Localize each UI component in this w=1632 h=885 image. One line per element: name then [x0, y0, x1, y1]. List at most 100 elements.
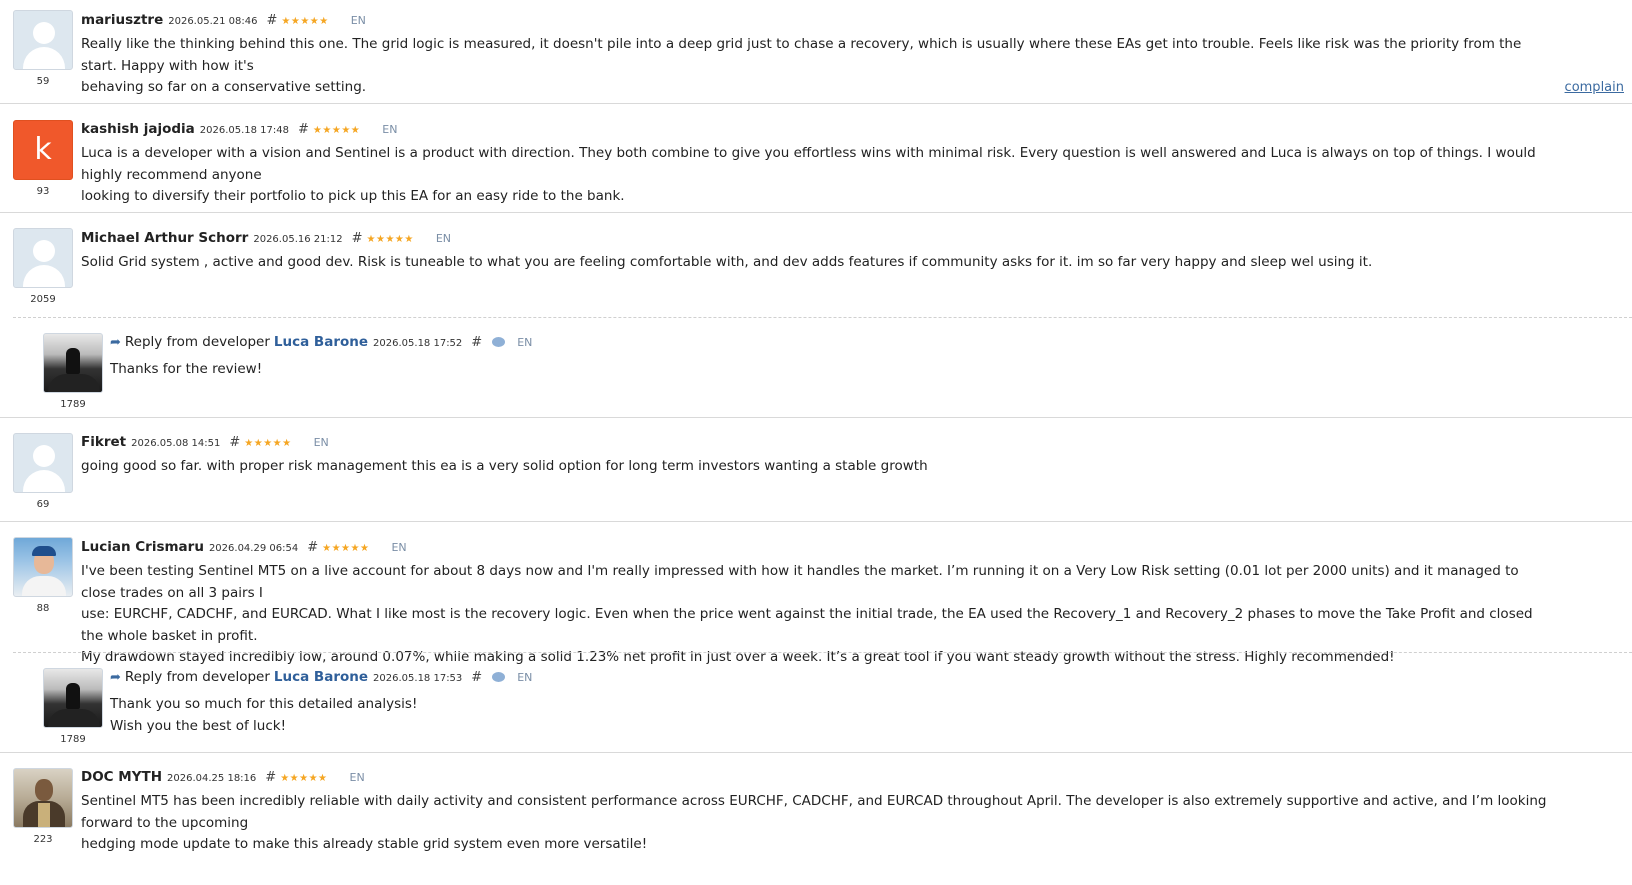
reply-date: 2026.05.18 17:53 [373, 673, 463, 684]
reply-text: Thank you so much for this detailed anal… [110, 694, 1510, 737]
review-divider [0, 521, 1632, 522]
user-rating-count: 59 [36, 76, 50, 87]
reply-arrow-icon: ➦ [110, 335, 121, 350]
review-header: Michael Arthur Schorr 2026.05.16 21:12 #… [81, 230, 451, 246]
review-line: Luca is a developer with a vision and Se… [81, 145, 1536, 183]
permalink-hash[interactable]: # [307, 540, 318, 555]
review-avatar-box: k 93 [13, 120, 73, 197]
review-date: 2026.04.25 18:16 [167, 773, 257, 784]
review-author[interactable]: kashish jajodia [81, 121, 195, 137]
star-rating-icon: ★★★★★ [312, 125, 361, 136]
reply-line: Thanks for the review! [110, 361, 263, 377]
developer-photo-avatar[interactable] [43, 668, 103, 728]
user-photo-avatar[interactable] [13, 768, 73, 828]
review-avatar-box: 2059 [13, 228, 73, 305]
user-placeholder-icon[interactable] [13, 10, 73, 70]
permalink-hash[interactable]: # [267, 13, 278, 28]
permalink-hash[interactable]: # [471, 335, 482, 350]
developer-name-link[interactable]: Luca Barone [274, 669, 368, 685]
review-header: DOC MYTH 2026.04.25 18:16 # ★★★★★ EN [81, 769, 365, 785]
review-line: Sentinel MT5 has been incredibly reliabl… [81, 793, 1547, 831]
review-date: 2026.04.29 06:54 [208, 543, 299, 554]
language-label[interactable]: EN [382, 123, 397, 136]
complain-link[interactable]: complain [1565, 80, 1624, 95]
review-line: looking to diversify their portfolio to … [81, 188, 625, 204]
reply-prefix: Reply from developer [124, 669, 270, 685]
language-label[interactable]: EN [351, 14, 366, 27]
star-rating-icon: ★★★★★ [366, 234, 414, 245]
user-photo-avatar[interactable] [13, 537, 73, 597]
review-author[interactable]: DOC MYTH [81, 769, 162, 785]
reply-header: ➦ Reply from developer Luca Barone 2026.… [110, 334, 532, 350]
review-line: hedging mode update to make this already… [81, 836, 648, 852]
review-text: Really like the thinking behind this one… [81, 34, 1551, 99]
review-line: use: EURCHF, CADCHF, and EURCAD. What I … [81, 606, 1533, 644]
user-rating-count: 93 [36, 186, 50, 197]
developer-rating-count: 1789 [60, 734, 86, 745]
review-avatar-box: 88 [13, 537, 73, 614]
language-label[interactable]: EN [350, 771, 365, 784]
review-divider [0, 752, 1632, 753]
permalink-hash[interactable]: # [471, 670, 482, 685]
user-rating-count: 88 [36, 603, 50, 614]
reply-header: ➦ Reply from developer Luca Barone 2026.… [110, 669, 532, 685]
comment-bubble-icon[interactable] [492, 672, 506, 682]
user-rating-count: 223 [33, 834, 53, 845]
permalink-hash[interactable]: # [352, 231, 363, 246]
review-header: Fikret 2026.05.08 14:51 # ★★★★★ EN [81, 434, 329, 450]
reply-line: Wish you the best of luck! [110, 717, 286, 734]
reply-line: Thank you so much for this detailed anal… [110, 696, 418, 712]
reply-prefix: Reply from developer [124, 334, 270, 350]
review-header: mariusztre 2026.05.21 08:46 # ★★★★★ EN [81, 12, 366, 28]
review-text: Sentinel MT5 has been incredibly reliabl… [81, 791, 1551, 856]
review-line: Really like the thinking behind this one… [81, 36, 1522, 74]
review-author[interactable]: Fikret [81, 434, 126, 450]
reviews-page: 59 mariusztre 2026.05.21 08:46 # ★★★★★ E… [0, 0, 1632, 885]
review-avatar-box: 223 [13, 768, 73, 845]
reply-text: Thanks for the review! [110, 359, 1510, 381]
comment-bubble-icon[interactable] [492, 337, 506, 347]
review-avatar-box: 69 [13, 433, 73, 510]
review-line: behaving so far on a conservative settin… [81, 79, 367, 95]
review-avatar-box: 59 [13, 10, 73, 87]
developer-avatar-box: 1789 [43, 668, 103, 745]
user-placeholder-icon[interactable] [13, 228, 73, 288]
reply-divider [13, 317, 1632, 318]
review-line: My drawdown stayed incredibly low, aroun… [81, 649, 1395, 665]
permalink-hash[interactable]: # [265, 770, 276, 785]
user-letter-avatar[interactable]: k [13, 120, 73, 180]
user-rating-count: 69 [36, 499, 50, 510]
star-rating-icon: ★★★★★ [244, 438, 292, 449]
review-date: 2026.05.16 21:12 [253, 234, 343, 245]
review-text: going good so far. with proper risk mana… [81, 456, 1551, 478]
developer-name-link[interactable]: Luca Barone [274, 334, 368, 350]
review-divider [0, 212, 1632, 213]
review-header: kashish jajodia 2026.05.18 17:48 # ★★★★★… [81, 121, 397, 137]
language-label[interactable]: EN [436, 232, 451, 245]
review-text: Luca is a developer with a vision and Se… [81, 143, 1556, 208]
developer-avatar-box: 1789 [43, 333, 103, 410]
user-rating-count: 2059 [30, 294, 56, 305]
star-rating-icon: ★★★★★ [322, 543, 370, 554]
review-line: going good so far. with proper risk mana… [81, 458, 928, 474]
review-divider [0, 417, 1632, 418]
review-author[interactable]: Lucian Crismaru [81, 539, 204, 555]
language-label[interactable]: EN [314, 436, 329, 449]
language-label[interactable]: EN [517, 336, 532, 349]
permalink-hash[interactable]: # [298, 122, 309, 137]
developer-photo-avatar[interactable] [43, 333, 103, 393]
star-rating-icon: ★★★★★ [281, 16, 329, 27]
review-author[interactable]: Michael Arthur Schorr [81, 230, 248, 246]
language-label[interactable]: EN [391, 541, 406, 554]
avatar-letter: k [34, 132, 52, 167]
permalink-hash[interactable]: # [229, 435, 240, 450]
developer-rating-count: 1789 [60, 399, 86, 410]
review-author[interactable]: mariusztre [81, 12, 163, 28]
reply-date: 2026.05.18 17:52 [373, 338, 463, 349]
review-line: Solid Grid system , active and good dev.… [81, 254, 1373, 270]
review-date: 2026.05.21 08:46 [168, 16, 258, 27]
language-label[interactable]: EN [517, 671, 532, 684]
review-header: Lucian Crismaru 2026.04.29 06:54 # ★★★★★… [81, 539, 407, 555]
review-date: 2026.05.08 14:51 [131, 438, 221, 449]
user-placeholder-icon[interactable] [13, 433, 73, 493]
